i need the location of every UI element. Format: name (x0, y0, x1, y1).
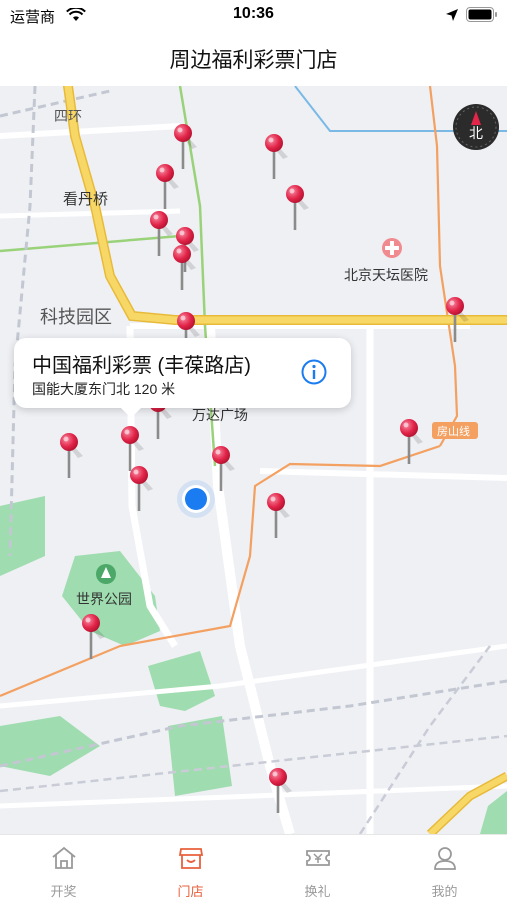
battery-icon (466, 7, 497, 22)
world-park-label: 世界公园 (76, 591, 132, 607)
hospital-label: 北京天坛医院 (344, 267, 428, 283)
hospital-icon (382, 238, 402, 258)
status-bar: 运营商 10:36 (0, 0, 507, 30)
ring-road-label: 四环 (54, 108, 82, 124)
map-view[interactable]: 四环 看丹桥 科技园区 北京天坛医院 万达广场 房山线 世界公园 北 中国福利彩… (0, 86, 507, 834)
park-area (0, 496, 45, 576)
park-area (480, 791, 507, 834)
lottery-store-pin[interactable] (286, 185, 309, 230)
user-location-marker (177, 480, 215, 518)
location-arrow-icon (446, 9, 458, 21)
info-icon[interactable] (301, 359, 327, 385)
nav-bar: 周边福利彩票门店 (0, 30, 507, 86)
tab-label: 我的 (431, 884, 458, 899)
callout-address: 国能大厦东门北 120 米 (32, 381, 176, 397)
callout-title: 中国福利彩票 (丰葆路店) (32, 355, 251, 377)
tab-bar: 开奖 门店 换礼 我的 (0, 834, 507, 901)
lottery-store-pin[interactable] (60, 433, 83, 478)
ticket-icon (306, 850, 330, 866)
tab-label: 换礼 (304, 884, 331, 899)
park-icon (96, 564, 116, 584)
park-area (148, 651, 215, 711)
tab-label: 门店 (177, 884, 204, 899)
park-area (0, 716, 100, 776)
compass-button[interactable]: 北 (452, 103, 500, 151)
tech-park-label: 科技园区 (40, 307, 112, 327)
compass-north-label: 北 (469, 125, 483, 141)
lottery-store-pin[interactable] (156, 164, 179, 209)
clock: 10:36 (233, 5, 274, 22)
map-canvas: 四环 看丹桥 科技园区 北京天坛医院 万达广场 房山线 世界公园 (0, 86, 507, 834)
user-icon (434, 847, 456, 870)
compass-icon: 北 (453, 104, 499, 150)
fangshan-line-label: 房山线 (437, 424, 470, 438)
wanda-label: 万达广场 (192, 407, 248, 423)
tab-stores[interactable]: 门店 (127, 835, 254, 901)
lottery-store-pin[interactable] (150, 211, 173, 256)
lottery-store-pin[interactable] (265, 134, 288, 179)
page-title: 周边福利彩票门店 (169, 49, 338, 72)
store-callout[interactable]: 中国福利彩票 (丰葆路店) 国能大厦东门北 120 米 (14, 338, 351, 418)
callout-tail (120, 407, 142, 418)
tab-exchange-gifts[interactable]: 换礼 (254, 835, 381, 901)
lottery-store-pin[interactable] (267, 493, 290, 538)
home-icon (52, 846, 76, 869)
store-icon (178, 848, 204, 869)
tab-my-account[interactable]: 我的 (381, 835, 507, 901)
kandan-bridge-label: 看丹桥 (63, 191, 108, 208)
tab-lottery-results[interactable]: 开奖 (0, 835, 127, 901)
park-area (168, 716, 232, 796)
tab-label: 开奖 (50, 884, 77, 899)
